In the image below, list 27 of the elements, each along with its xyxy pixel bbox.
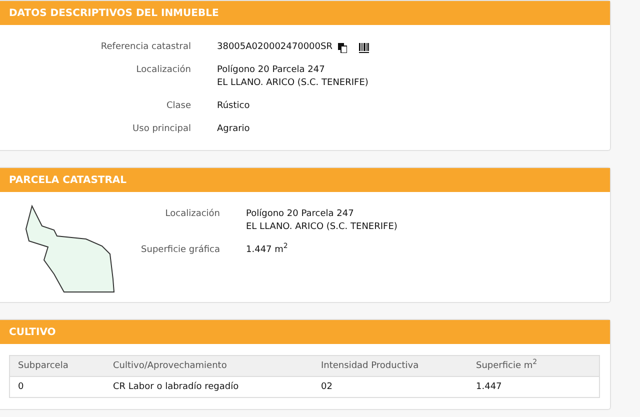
field-label: Uso principal <box>132 123 191 136</box>
table-cell-text: CR Labor o labradío regadío <box>112 380 240 394</box>
column-header: Superficie m$^{2}$ <box>468 356 599 377</box>
section-title: DATOS DESCRIPTIVOS DEL INMUEBLE <box>0 1 610 25</box>
field-value: 38005A020002470000SR <box>217 41 332 54</box>
field-label: Localización <box>135 64 191 77</box>
copy-icon[interactable] <box>338 42 348 52</box>
column-header: Intensidad Productiva <box>313 356 468 377</box>
field-label: Clase <box>165 100 191 113</box>
field-value: 1.447 m$^{2}$ <box>246 244 289 257</box>
field-label: Localización <box>164 208 220 221</box>
section-title: PARCELA CATASTRAL <box>0 168 610 192</box>
field-label: Superficie gráfica <box>140 244 220 257</box>
barcode-icon[interactable] <box>359 42 370 52</box>
table-cell-text: 1.447 <box>475 381 503 394</box>
field-value: Agrario <box>217 123 251 136</box>
field-label: Referencia catastral <box>100 41 191 54</box>
field-value: Rústico <box>217 100 251 113</box>
column-header: Cultivo/Aprovechamiento <box>105 356 313 377</box>
section-title: CULTIVO <box>0 320 610 344</box>
field-value: EL LLANO. ARICO (S.C. TENERIFE) <box>246 221 398 234</box>
column-header: Subparcela <box>10 356 105 377</box>
field-value: Polígono 20 Parcela 247 <box>246 208 355 221</box>
field-value: Polígono 20 Parcela 247 <box>217 64 326 77</box>
table-cell-text: 02 <box>320 381 334 394</box>
field-value: EL LLANO. ARICO (S.C. TENERIFE) <box>217 77 370 90</box>
table-cell-text: 0 <box>17 381 25 394</box>
